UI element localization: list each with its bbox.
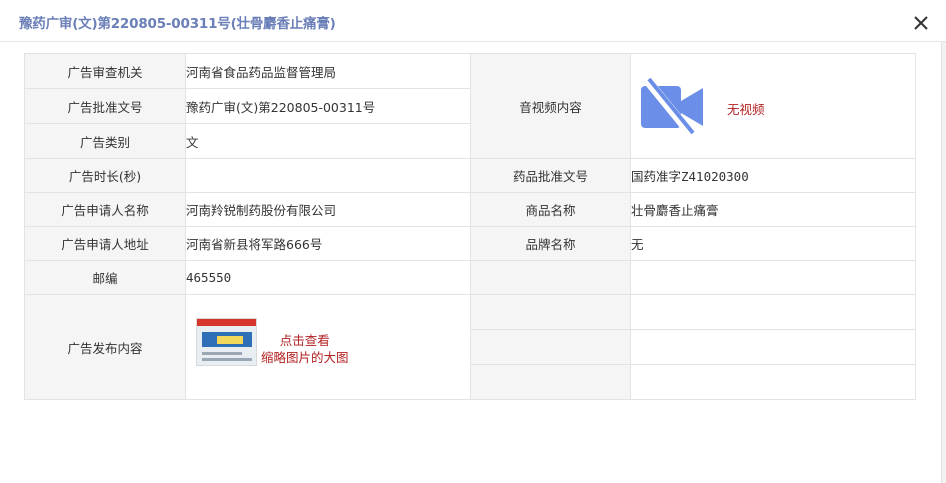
close-button[interactable] [911, 13, 931, 33]
table-row: 邮编 465550 [24, 260, 916, 295]
view-large-image-link[interactable]: 点击查看 缩略图片的大图 [261, 332, 349, 366]
no-video-text: 无视频 [727, 102, 765, 117]
applicant-name-value: 河南羚锐制药股份有限公司 [185, 192, 471, 227]
category-label: 广告类别 [24, 123, 186, 159]
video-off-icon [641, 78, 703, 136]
duration-label: 广告时长(秒) [24, 158, 186, 193]
ad-content-cell: 点击查看 缩略图片的大图 [185, 294, 471, 400]
view-link-line1[interactable]: 点击查看 [261, 332, 349, 349]
empty-value [630, 294, 916, 330]
ad-thumbnail[interactable] [196, 318, 257, 366]
table-row: 广告申请人名称 河南羚锐制药股份有限公司 商品名称 壮骨麝香止痛膏 [24, 192, 916, 227]
table-row: 广告申请人地址 河南省新县将军路666号 品牌名称 无 [24, 226, 916, 261]
duration-value [185, 158, 471, 193]
dialog-title: 豫药广审(文)第220805-00311号(壮骨麝香止痛膏) [19, 16, 336, 32]
table-row: 广告审查机关 河南省食品药品监督管理局 音视频内容 无视频 [24, 53, 916, 159]
applicant-name-label: 广告申请人名称 [24, 192, 186, 227]
empty-label [470, 329, 631, 365]
scrollbar-track[interactable] [941, 42, 946, 483]
empty-value [630, 364, 916, 400]
postcode-label: 邮编 [24, 260, 186, 295]
drug-approval-no-label: 药品批准文号 [470, 158, 631, 193]
close-icon[interactable] [911, 13, 931, 33]
applicant-address-value: 河南省新县将军路666号 [185, 226, 471, 261]
agency-value: 河南省食品药品监督管理局 [185, 53, 471, 89]
applicant-address-label: 广告申请人地址 [24, 226, 186, 261]
av-content-cell: 无视频 [630, 53, 916, 159]
approval-no-value: 豫药广审(文)第220805-00311号 [185, 88, 471, 124]
av-content-label: 音视频内容 [470, 53, 631, 159]
empty-label [470, 260, 631, 295]
table-row: 广告时长(秒) 药品批准文号 国药准字Z41020300 [24, 158, 916, 193]
brand-name-label: 品牌名称 [470, 226, 631, 261]
table-row: 广告发布内容 点击查看 缩略图片的大图 [24, 294, 916, 400]
ad-info-table: 广告审查机关 河南省食品药品监督管理局 音视频内容 无视频 广告批准文号 豫药广… [24, 53, 916, 400]
empty-label [470, 294, 631, 330]
approval-no-label: 广告批准文号 [24, 88, 186, 124]
product-name-label: 商品名称 [470, 192, 631, 227]
drug-approval-no-value: 国药准字Z41020300 [630, 158, 916, 193]
empty-value [630, 329, 916, 365]
empty-label [470, 364, 631, 400]
product-name-value: 壮骨麝香止痛膏 [630, 192, 916, 227]
agency-label: 广告审查机关 [24, 53, 186, 89]
postcode-value: 465550 [185, 260, 471, 295]
dialog-header: 豫药广审(文)第220805-00311号(壮骨麝香止痛膏) [0, 0, 946, 42]
view-link-line2[interactable]: 缩略图片的大图 [261, 349, 349, 366]
ad-content-label: 广告发布内容 [24, 294, 186, 400]
brand-name-value: 无 [630, 226, 916, 261]
category-value: 文 [185, 123, 471, 159]
empty-value [630, 260, 916, 295]
